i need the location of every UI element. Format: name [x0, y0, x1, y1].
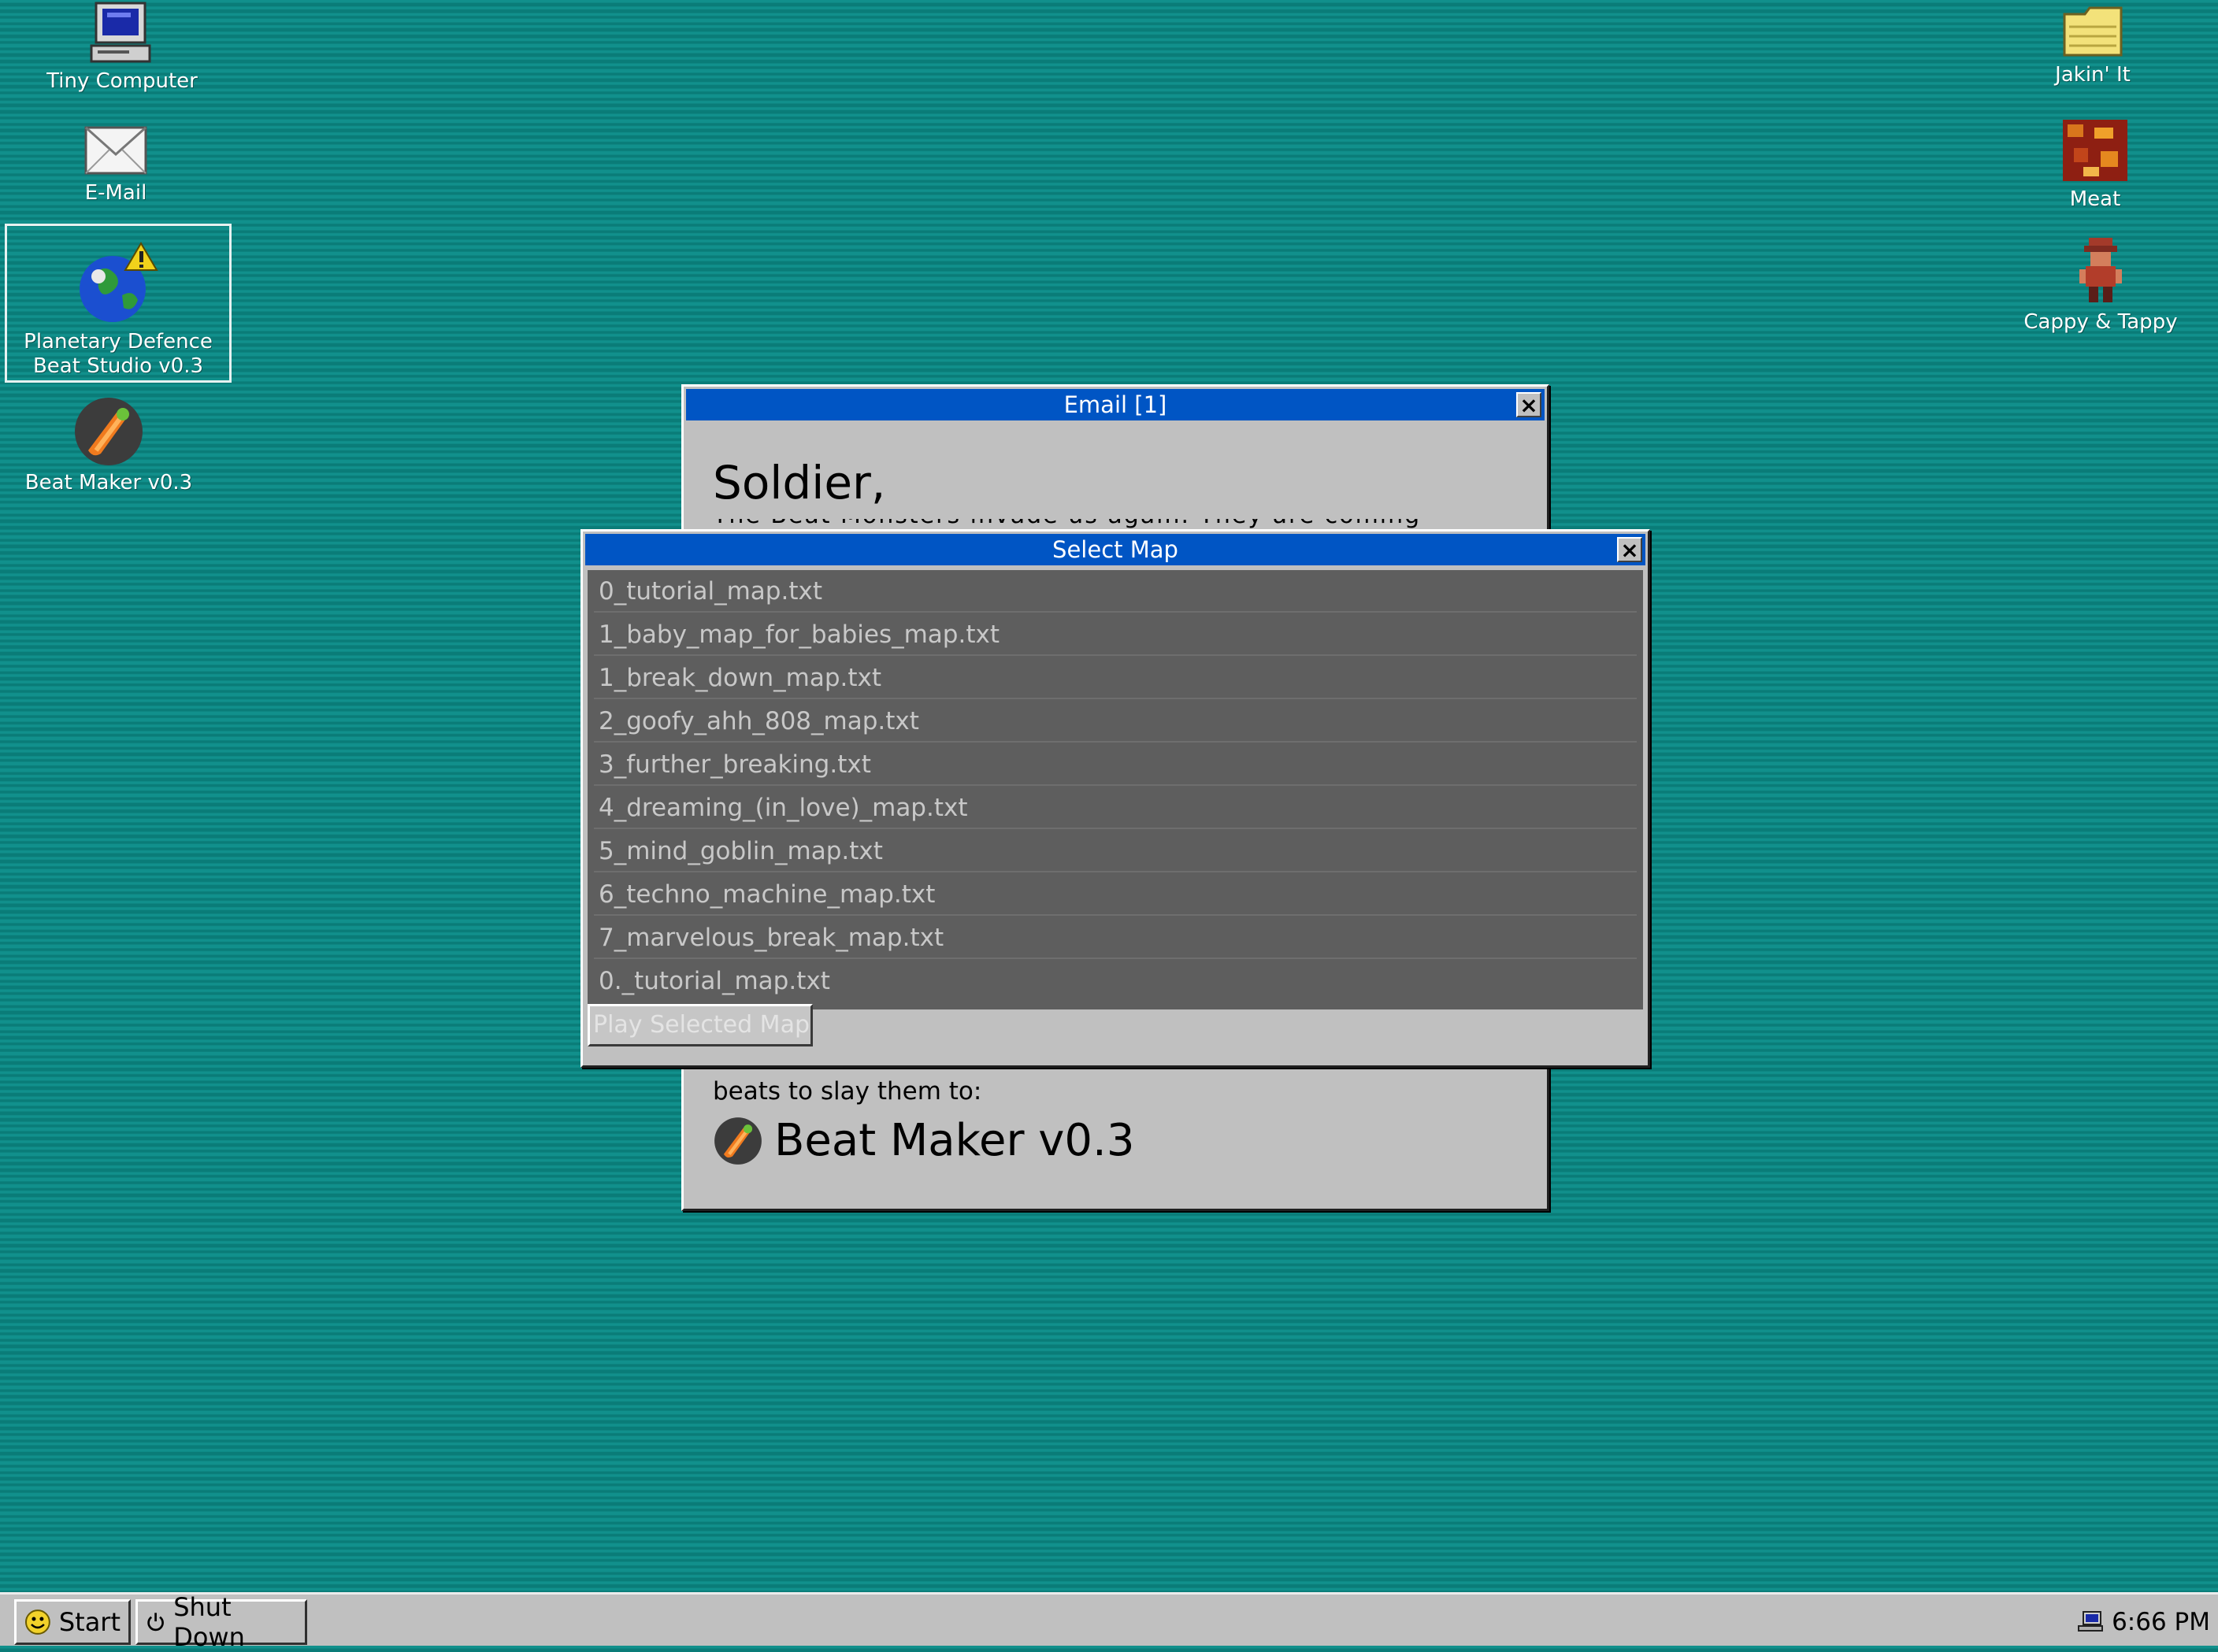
globe-warning-icon [80, 242, 158, 322]
desktop-icon-label: Tiny Computer [46, 69, 198, 93]
map-list-item[interactable]: 1_baby_map_for_babies_map.txt [594, 613, 1637, 656]
map-list: 0_tutorial_map.txt 1_baby_map_for_babies… [588, 570, 1643, 1009]
shut-down-button[interactable]: Shut Down [135, 1592, 307, 1652]
desktop-icon-label: E-Mail [84, 181, 147, 205]
power-icon [147, 1613, 164, 1632]
smiley-icon [24, 1609, 50, 1635]
map-list-item[interactable]: 4_dreaming_(in_love)_map.txt [594, 787, 1637, 829]
map-list-item[interactable]: 0._tutorial_map.txt [594, 960, 1637, 1001]
map-list-item[interactable]: 7_marvelous_break_map.txt [594, 917, 1637, 959]
meat-icon [2063, 120, 2127, 181]
desktop-icon-meat[interactable]: Meat [1993, 117, 2198, 212]
email-app-link[interactable]: Beat Maker v0.3 [713, 1115, 1135, 1166]
email-app-name: Beat Maker v0.3 [774, 1115, 1135, 1166]
desktop-icon-label: Planetary Defence Beat Studio v0.3 [24, 330, 213, 378]
desktop-icon-label: Meat [2069, 187, 2121, 211]
desktop-icon-planetary-defence[interactable]: Planetary Defence Beat Studio v0.3 [5, 224, 232, 383]
map-list-item[interactable]: 0_tutorial_map.txt [594, 570, 1637, 613]
play-selected-map-button[interactable]: Play Selected Map [588, 1004, 813, 1046]
character-icon [2079, 238, 2122, 302]
beat-maker-icon [714, 1117, 762, 1165]
desktop-icon-jakin-it[interactable]: Jakin' It [1990, 3, 2195, 87]
email-partial-line: The Beat Monsters invade us again. They … [713, 519, 1422, 530]
desktop-icon-label: Jakin' It [2055, 63, 2131, 87]
desktop-icon-beat-maker[interactable]: Beat Maker v0.3 [6, 395, 211, 495]
desktop-icon-cappy-tappy[interactable]: Cappy & Tappy [1998, 235, 2203, 335]
shut-down-label: Shut Down [173, 1592, 245, 1652]
select-map-close-button[interactable]: × [1617, 537, 1642, 562]
clock: 6:66 PM [2112, 1608, 2210, 1636]
map-list-item[interactable]: 5_mind_goblin_map.txt [594, 830, 1637, 872]
select-map-titlebar[interactable]: Select Map × [585, 534, 1645, 565]
desktop-icon-label: Cappy & Tappy [2023, 310, 2178, 334]
map-list-item[interactable]: 6_techno_machine_map.txt [594, 873, 1637, 916]
start-label: Start [58, 1607, 121, 1637]
email-heading: Soldier, [713, 456, 886, 509]
computer-icon [90, 2, 151, 63]
folder-icon [2063, 6, 2123, 57]
email-window-titlebar[interactable]: Email [1] × [686, 389, 1545, 420]
system-tray: 6:66 PM [2077, 1601, 2210, 1643]
network-monitor-icon[interactable] [2077, 1610, 2104, 1634]
desktop-icon-tiny-computer[interactable]: Tiny Computer [20, 2, 224, 94]
taskbar: Start Shut Down 6:66 PM [0, 1592, 2218, 1652]
map-list-item[interactable]: 1_break_down_map.txt [594, 657, 1637, 699]
start-button[interactable]: Start [14, 1599, 131, 1645]
email-body-line: beats to slay them to: [713, 1077, 982, 1106]
select-map-window: Select Map × 0_tutorial_map.txt 1_baby_m… [580, 529, 1650, 1068]
select-map-title: Select Map [1052, 536, 1178, 563]
email-close-button[interactable]: × [1516, 392, 1541, 417]
map-list-item[interactable]: 2_goofy_ahh_808_map.txt [594, 700, 1637, 743]
map-list-item[interactable]: 3_further_breaking.txt [594, 743, 1637, 786]
beat-maker-icon [75, 398, 143, 465]
desktop-icon-email[interactable]: E-Mail [13, 123, 218, 206]
desktop-icon-label: Beat Maker v0.3 [24, 471, 193, 494]
envelope-icon [84, 126, 147, 175]
email-window-title: Email [1] [1063, 391, 1167, 418]
